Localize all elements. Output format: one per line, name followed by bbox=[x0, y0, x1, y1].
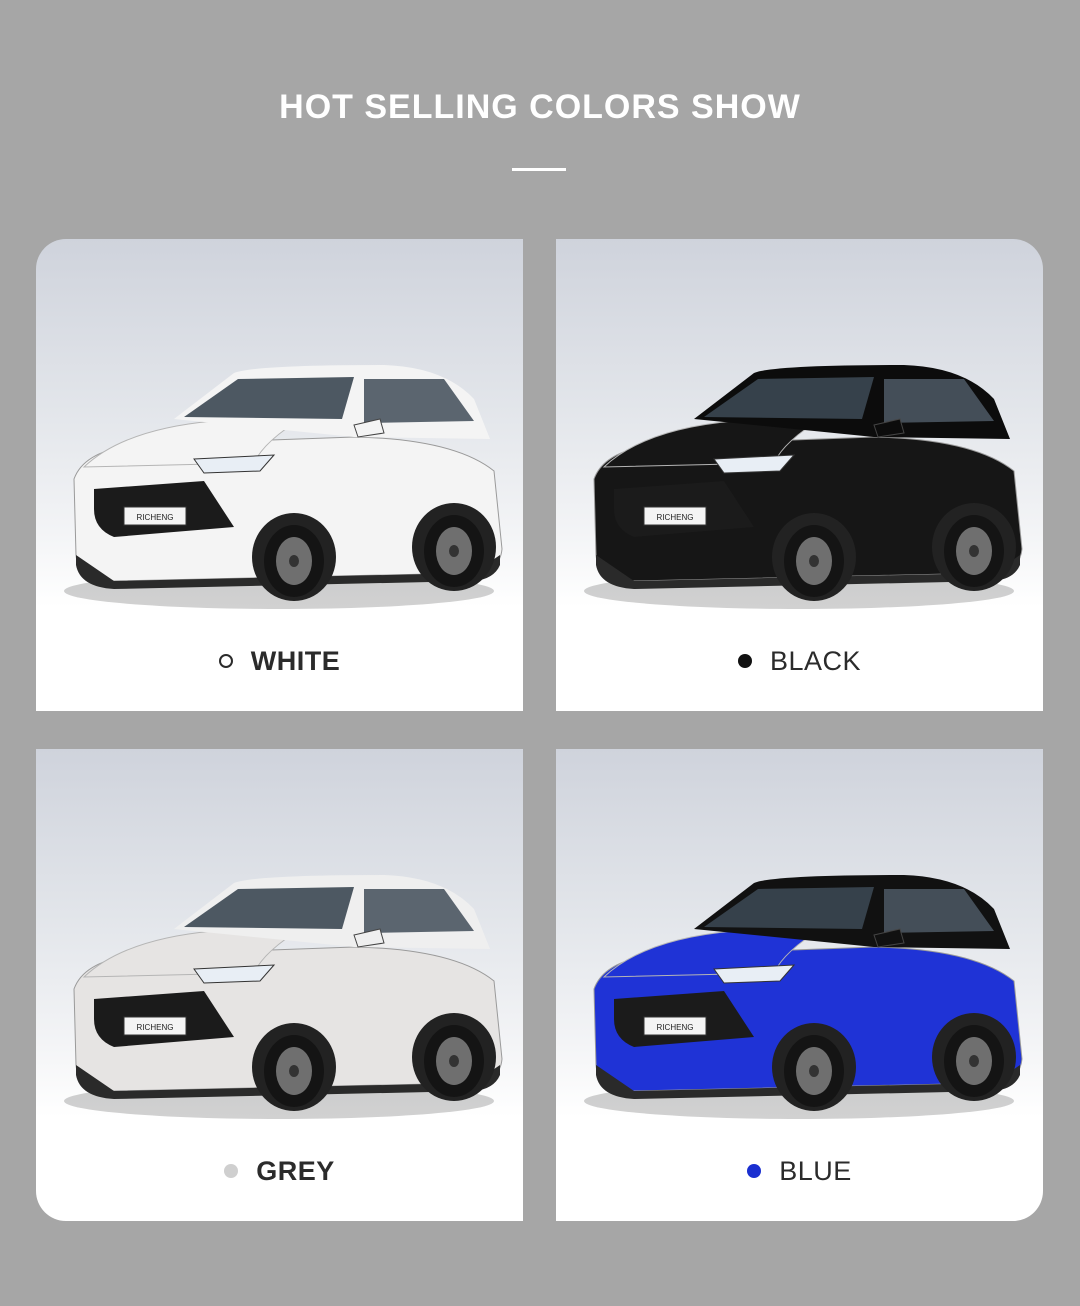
page-title: HOT SELLING COLORS SHOW bbox=[279, 88, 801, 126]
wheel-hub bbox=[289, 1065, 299, 1077]
car-image: RICHENG bbox=[584, 365, 1023, 609]
color-card-white[interactable]: RICHENG WHITE bbox=[36, 239, 523, 711]
wheel-hub bbox=[809, 1065, 819, 1077]
wheel-hub bbox=[809, 555, 819, 567]
color-swatch-icon bbox=[224, 1164, 239, 1178]
wheel-hub bbox=[289, 555, 299, 567]
color-label-row: BLUE bbox=[556, 1153, 1043, 1189]
plate-text: RICHENG bbox=[657, 1023, 694, 1032]
color-swatch-icon bbox=[218, 654, 233, 668]
wheel-hub bbox=[449, 545, 459, 557]
color-label-row: BLACK bbox=[556, 643, 1043, 679]
color-label: BLUE bbox=[779, 1155, 852, 1186]
car-image: RICHENG bbox=[64, 875, 503, 1119]
plate-text: RICHENG bbox=[657, 513, 694, 522]
plate-text: RICHENG bbox=[137, 513, 174, 522]
wheel-hub bbox=[449, 1055, 459, 1067]
color-label: GREY bbox=[256, 1155, 335, 1186]
car-image: RICHENG bbox=[584, 875, 1023, 1119]
color-label-row: GREY bbox=[36, 1153, 523, 1189]
car-image: RICHENG bbox=[64, 365, 503, 609]
plate-text: RICHENG bbox=[137, 1023, 174, 1032]
color-swatch-icon bbox=[737, 654, 752, 668]
color-label-row: WHITE bbox=[36, 643, 523, 679]
color-card-grey[interactable]: RICHENG GREY bbox=[36, 749, 523, 1221]
wheel-hub bbox=[969, 545, 979, 557]
title-divider bbox=[512, 168, 566, 171]
color-label: BLACK bbox=[769, 645, 862, 676]
color-card-blue[interactable]: RICHENG BLUE bbox=[556, 749, 1043, 1221]
color-card-black[interactable]: RICHENG BLACK bbox=[556, 239, 1043, 711]
color-label: WHITE bbox=[250, 645, 341, 676]
wheel-hub bbox=[969, 1055, 979, 1067]
color-swatch-icon bbox=[747, 1164, 762, 1178]
